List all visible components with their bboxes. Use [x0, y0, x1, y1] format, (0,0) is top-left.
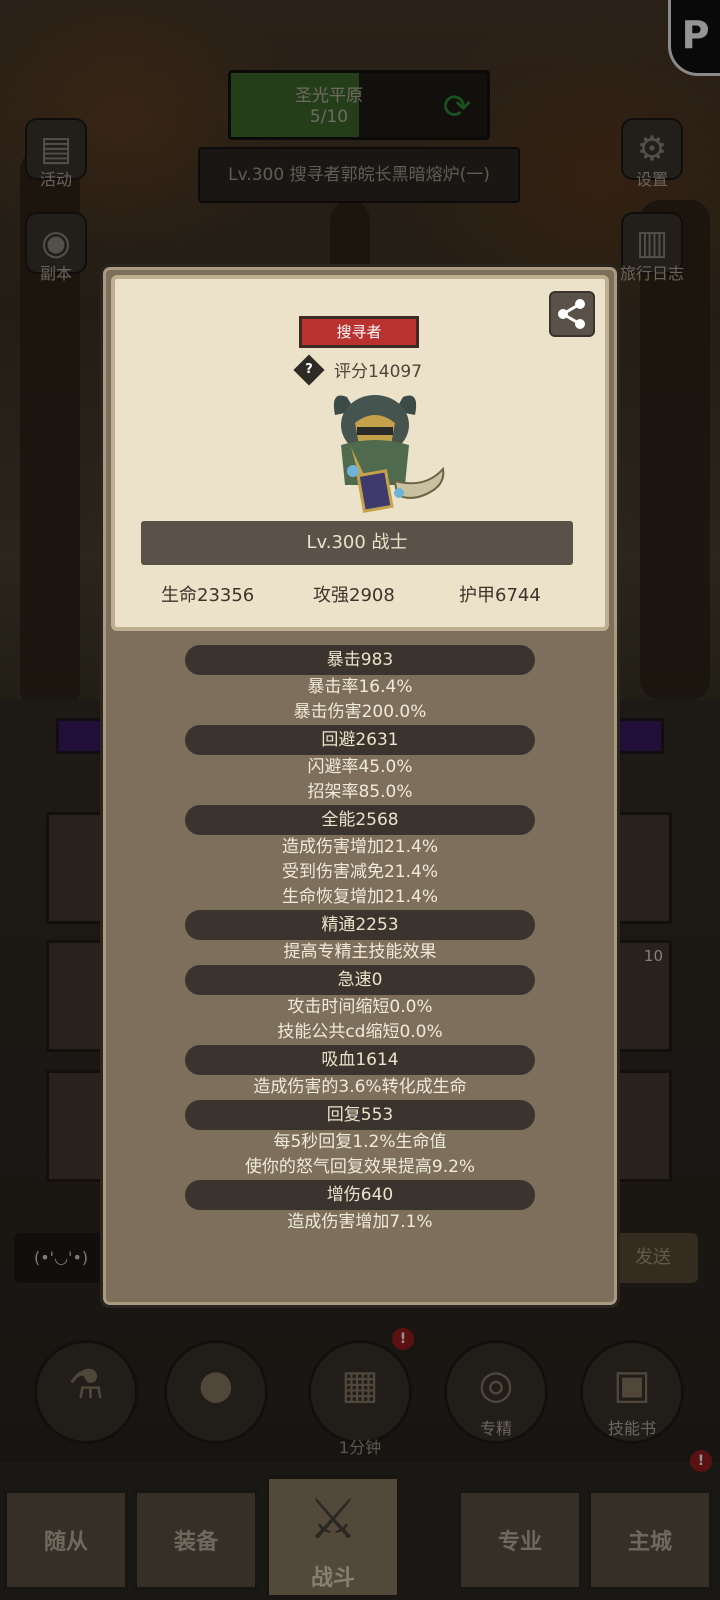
character-stats-modal: 搜寻者 ? 评分14097 Lv.300 战士 生命23356 攻强2908 护甲… — [100, 264, 620, 1308]
character-card: 搜寻者 ? 评分14097 Lv.300 战士 生命23356 攻强2908 护甲… — [111, 275, 609, 631]
stat-detail: 造成伤害增加7.1% — [287, 1212, 433, 1232]
level-class-bar: Lv.300 战士 — [141, 521, 573, 565]
stat-detail: 提高专精主技能效果 — [283, 942, 437, 962]
secondary-stats-list: 暴击983 暴击率16.4% 暴击伤害200.0% 回避2631 闪避率45.0% 招架率… — [103, 645, 617, 1235]
stat-header: 精通2253 — [185, 910, 535, 940]
warrior-character-sprite — [333, 395, 445, 513]
stat-group: 暴击983 暴击率16.4% 暴击伤害200.0% — [103, 645, 617, 725]
stat-group: 急速0 攻击时间缩短0.0% 技能公共cd缩短0.0% — [103, 965, 617, 1045]
stat-detail: 技能公共cd缩短0.0% — [277, 1022, 443, 1042]
stat-detail: 暴击伤害200.0% — [293, 702, 427, 722]
stat-group: 回避2631 闪避率45.0% 招架率85.0% — [103, 725, 617, 805]
stat-detail: 使你的怒气回复效果提高9.2% — [244, 1157, 476, 1177]
stat-header: 急速0 — [185, 965, 535, 995]
stat-group: 增伤640 造成伤害增加7.1% — [103, 1180, 617, 1235]
armor-stat: 护甲6744 — [459, 585, 541, 606]
stat-detail: 每5秒回复1.2%生命值 — [273, 1132, 447, 1152]
stat-detail: 造成伤害增加21.4% — [281, 837, 438, 857]
stat-group: 吸血1614 造成伤害的3.6%转化成生命 — [103, 1045, 617, 1100]
hp-stat: 生命23356 — [161, 585, 255, 606]
stat-group: 回复553 每5秒回复1.2%生命值使你的怒气回复效果提高9.2% — [103, 1100, 617, 1180]
share-button[interactable] — [549, 291, 595, 337]
stat-header: 暴击983 — [185, 645, 535, 675]
stat-detail: 生命恢复增加21.4% — [281, 887, 438, 907]
stat-header: 回避2631 — [185, 725, 535, 755]
stat-group: 全能2568 造成伤害增加21.4% 受到伤害减免21.4% 生命恢复增加21.4% — [103, 805, 617, 910]
stat-detail: 造成伤害的3.6%转化成生命 — [253, 1077, 467, 1097]
stat-header: 吸血1614 — [185, 1045, 535, 1075]
score-value: 评分14097 — [333, 362, 423, 382]
help-icon[interactable]: ? — [293, 354, 325, 386]
share-icon — [558, 299, 585, 329]
class-tag: 搜寻者 — [299, 316, 419, 348]
stat-detail: 攻击时间缩短0.0% — [287, 997, 433, 1017]
stat-detail: 受到伤害减免21.4% — [281, 862, 438, 882]
base-stats: 生命23356 攻强2908 护甲6744 — [115, 581, 605, 607]
stat-header: 全能2568 — [185, 805, 535, 835]
stat-header: 回复553 — [185, 1100, 535, 1130]
stat-group: 精通2253 提高专精主技能效果 — [103, 910, 617, 965]
stat-detail: 招架率85.0% — [307, 782, 413, 802]
score-row: ? 评分14097 — [115, 354, 605, 386]
stat-header: 增伤640 — [185, 1180, 535, 1210]
attack-stat: 攻强2908 — [313, 585, 395, 606]
stat-detail: 闪避率45.0% — [307, 757, 413, 777]
stat-detail: 暴击率16.4% — [307, 677, 413, 697]
